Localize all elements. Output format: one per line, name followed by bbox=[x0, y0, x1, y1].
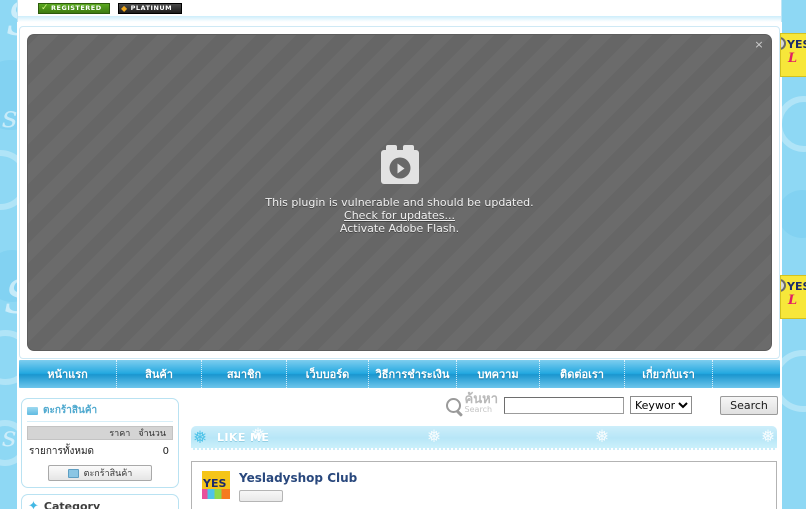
search-button[interactable]: Search bbox=[720, 395, 778, 415]
cart-trolley-icon bbox=[67, 468, 79, 478]
sidebar: ตะกร้าสินค้า ราคา จำนวน รายการทั้งหมด 0 … bbox=[21, 398, 181, 509]
category-panel-header: ✦ Category bbox=[28, 500, 172, 509]
magnifier-icon bbox=[445, 397, 461, 413]
flower-icon: ❅ bbox=[427, 427, 442, 447]
side-banner-top[interactable]: YES L bbox=[780, 33, 806, 77]
platinum-badge[interactable]: ◆ PLATINUM bbox=[118, 2, 182, 14]
header-top-bar bbox=[17, 16, 782, 22]
side-banner-bottom-subtext: L bbox=[788, 293, 798, 308]
cart-column-price: ราคา bbox=[109, 429, 131, 439]
cart-total-value: 0 bbox=[162, 446, 169, 457]
close-icon[interactable]: × bbox=[752, 38, 766, 52]
content-area: ค้นหา Search Keyword Search ตะกร้าสินค้า… bbox=[19, 390, 780, 509]
ring-icon bbox=[781, 279, 786, 292]
view-cart-button[interactable]: ตะกร้าสินค้า bbox=[48, 465, 152, 481]
search-input[interactable] bbox=[504, 396, 624, 414]
category-panel-title: Category bbox=[43, 500, 101, 509]
side-banner-bottom[interactable]: YES L bbox=[780, 275, 806, 319]
nav-item-contact[interactable]: ติดต่อเรา bbox=[540, 360, 625, 388]
cart-panel-header: ตะกร้าสินค้า bbox=[27, 403, 173, 422]
star-icon: ✦ bbox=[28, 499, 39, 509]
cart-total-label: รายการทั้งหมด bbox=[29, 446, 95, 457]
search-label-th: ค้นหา bbox=[464, 392, 498, 407]
cart-total-row: รายการทั้งหมด 0 bbox=[27, 440, 173, 463]
search-type-select[interactable]: Keyword bbox=[630, 396, 692, 414]
shop-logo: YES bbox=[202, 471, 230, 499]
flower-icon: ❅ bbox=[193, 428, 208, 448]
nav-item-home[interactable]: หน้าแรก bbox=[19, 360, 117, 388]
nav-item-webboard[interactable]: เว็บบอร์ด bbox=[287, 360, 369, 388]
flash-banner-container: × This plugin is vulnerable and should b… bbox=[19, 26, 780, 359]
nav-item-articles[interactable]: บทความ bbox=[457, 360, 540, 388]
facebook-like-widget: YES Yesladyshop Club bbox=[191, 461, 777, 509]
cart-panel-title: ตะกร้าสินค้า bbox=[43, 405, 98, 416]
check-for-updates-link[interactable]: Check for updates... bbox=[344, 209, 455, 222]
facebook-page-info: Yesladyshop Club bbox=[239, 471, 357, 502]
registered-badge-label: REGISTERED bbox=[51, 4, 102, 12]
side-banner-top-text: YES bbox=[787, 38, 806, 51]
cart-icon bbox=[27, 406, 38, 415]
plugin-warning-line2: Activate Adobe Flash. bbox=[339, 222, 460, 235]
flower-icon: ❅ bbox=[761, 427, 776, 447]
account-badge-strip: ✓ REGISTERED ◆ PLATINUM bbox=[17, 0, 782, 16]
search-bar: ค้นหา Search Keyword Search bbox=[445, 392, 778, 415]
view-cart-button-label: ตะกร้าสินค้า bbox=[83, 469, 133, 479]
flower-icon: ❅ bbox=[595, 427, 610, 447]
cart-table-header: ราคา จำนวน bbox=[27, 426, 173, 440]
main-column: ❅ LIKE ME ❅ ❅ ❅ ❅ YES Yesladyshop Club bbox=[191, 426, 777, 509]
cart-panel: ตะกร้าสินค้า ราคา จำนวน รายการทั้งหมด 0 … bbox=[21, 398, 179, 488]
check-icon: ✓ bbox=[41, 3, 50, 13]
ring-icon bbox=[781, 37, 786, 50]
side-banner-bottom-text: YES bbox=[787, 280, 806, 293]
like-me-header: ❅ LIKE ME ❅ ❅ ❅ ❅ bbox=[191, 426, 777, 450]
plugin-warning-line1: This plugin is vulnerable and should be … bbox=[265, 196, 534, 209]
gem-icon: ◆ bbox=[121, 3, 128, 13]
platinum-badge-label: PLATINUM bbox=[130, 4, 173, 12]
registered-badge[interactable]: ✓ REGISTERED bbox=[38, 2, 110, 14]
flash-plugin-placeholder[interactable]: × This plugin is vulnerable and should b… bbox=[27, 34, 772, 351]
nav-item-about[interactable]: เกี่ยวกับเรา bbox=[625, 360, 713, 388]
facebook-like-button[interactable] bbox=[239, 490, 283, 502]
side-banner-top-subtext: L bbox=[788, 51, 798, 66]
main-navigation: หน้าแรก สินค้า สมาชิก เว็บบอร์ด วิธีการช… bbox=[19, 360, 780, 388]
like-me-title: LIKE ME bbox=[217, 430, 270, 444]
search-label: ค้นหา Search bbox=[464, 392, 498, 415]
facebook-page-name: Yesladyshop Club bbox=[239, 471, 358, 485]
nav-item-members[interactable]: สมาชิก bbox=[202, 360, 287, 388]
category-panel: ✦ Category bbox=[21, 494, 179, 509]
search-label-group: ค้นหา Search bbox=[445, 392, 498, 415]
nav-item-products[interactable]: สินค้า bbox=[117, 360, 202, 388]
plugin-play-icon bbox=[380, 145, 419, 184]
nav-item-payment[interactable]: วิธีการชำระเงิน bbox=[369, 360, 457, 388]
cart-column-qty: จำนวน bbox=[138, 429, 166, 439]
